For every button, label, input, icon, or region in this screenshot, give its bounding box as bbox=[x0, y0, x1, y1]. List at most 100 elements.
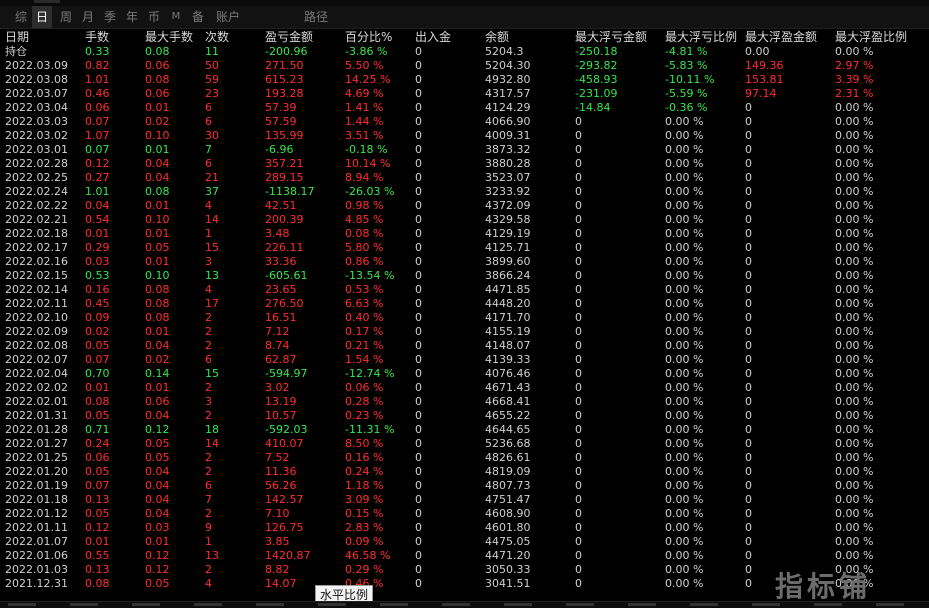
cell-max-floating-profit-pct: 0.00 % bbox=[835, 535, 874, 548]
cell-percent: 0.28 % bbox=[345, 395, 384, 408]
header-balance[interactable]: 余额 bbox=[485, 29, 509, 45]
cell-lots: 0.05 bbox=[85, 339, 110, 352]
cell-max-floating-profit: 0.00 bbox=[745, 45, 770, 58]
header-max-lots[interactable]: 最大手数 bbox=[145, 29, 193, 45]
cell-lots: 0.13 bbox=[85, 493, 110, 506]
table-row[interactable]: 2022.02.21 0.54 0.10 14 200.39 4.85 % 0 4329.58… bbox=[0, 213, 929, 227]
cell-trades: 2 bbox=[205, 507, 212, 520]
table-row[interactable]: 2022.03.03 0.07 0.02 6 57.59 1.44 % 0 4066.90 0 0… bbox=[0, 115, 929, 129]
axis-tick bbox=[442, 603, 470, 606]
cell-trades: 30 bbox=[205, 129, 219, 142]
table-row[interactable]: 2022.02.14 0.16 0.08 4 23.65 0.53 % 0 4471.85 0 0… bbox=[0, 283, 929, 297]
cell-max-drawdown-pct: -4.81 % bbox=[665, 45, 708, 58]
cell-max-floating-profit-pct: 0.00 % bbox=[835, 437, 874, 450]
table-row[interactable]: 2022.03.04 0.06 0.01 6 57.39 1.41 % 0 4124.29 -1… bbox=[0, 101, 929, 115]
table-row[interactable]: 2022.03.07 0.46 0.06 23 193.28 4.69 % 0 4317.57… bbox=[0, 87, 929, 101]
header-deposit[interactable]: 出入金 bbox=[415, 29, 451, 45]
table-row[interactable]: 2022.02.24 1.01 0.08 37 -1138.17 -26.03 % 0 323… bbox=[0, 185, 929, 199]
cell-trades: 17 bbox=[205, 297, 219, 310]
tab-yearly[interactable]: 年 bbox=[121, 6, 143, 28]
tab-monthly[interactable]: 月 bbox=[77, 6, 99, 28]
table-row[interactable]: 2022.01.06 0.55 0.12 13 1420.87 46.58 % 0 4471.… bbox=[0, 549, 929, 563]
table-row[interactable]: 2022.02.01 0.08 0.06 3 13.19 0.28 % 0 4668.41 0 0… bbox=[0, 395, 929, 409]
cell-date: 2022.01.18 bbox=[5, 493, 68, 506]
cell-balance: 4819.09 bbox=[485, 465, 531, 478]
table-row[interactable]: 2022.02.17 0.29 0.05 15 226.11 5.80 % 0 4125.71… bbox=[0, 241, 929, 255]
table-header: 日期 手数 最大手数 次数 盈亏金额 百分比% 出入金 余额 最大浮亏金额 最大… bbox=[0, 29, 929, 45]
header-max-drawdown[interactable]: 最大浮亏金额 bbox=[575, 29, 647, 45]
cell-max-drawdown-pct: -10.11 % bbox=[665, 73, 715, 86]
table-row[interactable]: 2022.03.08 1.01 0.08 59 615.23 14.25 % 0 4932.8… bbox=[0, 73, 929, 87]
cell-lots: 0.09 bbox=[85, 311, 110, 324]
table-row[interactable]: 2022.02.11 0.45 0.08 17 276.50 6.63 % 0 4448.20… bbox=[0, 297, 929, 311]
table-row[interactable]: 2022.02.10 0.09 0.08 2 16.51 0.40 % 0 4171.70 0 0… bbox=[0, 311, 929, 325]
table-row[interactable]: 2022.01.27 0.24 0.05 14 410.07 8.50 % 0 5236.68… bbox=[0, 437, 929, 451]
cell-max-floating-profit: 0 bbox=[745, 171, 752, 184]
table-row[interactable]: 2022.02.02 0.01 0.01 2 3.02 0.06 % 0 4671.43 0 0.… bbox=[0, 381, 929, 395]
cell-max-drawdown: 0 bbox=[575, 577, 582, 590]
cell-percent: 0.29 % bbox=[345, 563, 384, 576]
cell-max-floating-profit: 0 bbox=[745, 423, 752, 436]
table-row[interactable]: 2022.01.11 0.12 0.03 9 126.75 2.83 % 0 4601.80 0… bbox=[0, 521, 929, 535]
header-max-floating-profit[interactable]: 最大浮盈金额 bbox=[745, 29, 817, 45]
cell-max-floating-profit-pct: 0.00 % bbox=[835, 395, 874, 408]
table-row[interactable]: 2022.01.07 0.01 0.01 1 3.85 0.09 % 0 4475.05 0 0.… bbox=[0, 535, 929, 549]
table-row[interactable]: 2022.03.09 0.82 0.06 50 271.50 5.50 % 0 5204.30… bbox=[0, 59, 929, 73]
cell-max-drawdown-pct: 0.00 % bbox=[665, 269, 704, 282]
cell-lots: 0.08 bbox=[85, 395, 110, 408]
tab-account[interactable]: 账户 bbox=[210, 6, 246, 28]
cell-max-drawdown-pct: 0.00 % bbox=[665, 521, 704, 534]
table-row[interactable]: 2022.01.20 0.05 0.04 2 11.36 0.24 % 0 4819.09 0 0… bbox=[0, 465, 929, 479]
table-row[interactable]: 2022.03.02 1.07 0.10 30 135.99 3.51 % 0 4009.31… bbox=[0, 129, 929, 143]
cell-deposit: 0 bbox=[415, 381, 422, 394]
cell-max-floating-profit-pct: 0.00 % bbox=[835, 367, 874, 380]
table-row[interactable]: 持仓 0.33 0.08 11 -200.96 -3.86 % 0 5204.3 -250.18… bbox=[0, 45, 929, 59]
cell-max-drawdown: 0 bbox=[575, 283, 582, 296]
header-max-floating-profit-pct[interactable]: 最大浮盈比例 bbox=[835, 29, 907, 45]
table-row[interactable]: 2022.02.04 0.70 0.14 15 -594.97 -12.74 % 0 4076… bbox=[0, 367, 929, 381]
cell-lots: 0.45 bbox=[85, 297, 110, 310]
table-row[interactable]: 2022.02.15 0.53 0.10 13 -605.61 -13.54 % 0 3866… bbox=[0, 269, 929, 283]
table-row[interactable]: 2022.01.31 0.05 0.04 2 10.57 0.23 % 0 4655.22 0 0… bbox=[0, 409, 929, 423]
table-row[interactable]: 2022.02.08 0.05 0.04 2 8.74 0.21 % 0 4148.07 0 0.… bbox=[0, 339, 929, 353]
table-row[interactable]: 2022.03.01 0.07 0.01 7 -6.96 -0.18 % 0 3873.32 0… bbox=[0, 143, 929, 157]
table-row[interactable]: 2022.02.16 0.03 0.01 3 33.36 0.86 % 0 3899.60 0 0… bbox=[0, 255, 929, 269]
table-row[interactable]: 2022.02.28 0.12 0.04 6 357.21 10.14 % 0 3880.28… bbox=[0, 157, 929, 171]
tab-currency[interactable]: 币 bbox=[143, 6, 165, 28]
tab-quarterly[interactable]: 季 bbox=[99, 6, 121, 28]
table-row[interactable]: 2022.02.25 0.27 0.04 21 289.15 8.94 % 0 3523.07… bbox=[0, 171, 929, 185]
table-row[interactable]: 2022.01.25 0.06 0.05 2 7.52 0.16 % 0 4826.61 0 0.… bbox=[0, 451, 929, 465]
table-row[interactable]: 2022.02.18 0.01 0.01 1 3.48 0.08 % 0 4129.19 0 0.… bbox=[0, 227, 929, 241]
axis-tick bbox=[8, 603, 36, 606]
header-lots[interactable]: 手数 bbox=[85, 29, 109, 45]
table-row[interactable]: 2022.02.22 0.04 0.01 4 42.51 0.98 % 0 4372.09 0 0… bbox=[0, 199, 929, 213]
table-row[interactable]: 2022.01.28 0.71 0.12 18 -592.03 -11.31 % 0 4644… bbox=[0, 423, 929, 437]
cell-deposit: 0 bbox=[415, 507, 422, 520]
table-row[interactable]: 2022.02.07 0.07 0.02 6 62.87 1.54 % 0 4139.33 0 0… bbox=[0, 353, 929, 367]
cell-deposit: 0 bbox=[415, 101, 422, 114]
cell-percent: 5.50 % bbox=[345, 59, 384, 72]
tab-path[interactable]: 路径 bbox=[298, 6, 334, 28]
table-row[interactable]: 2022.01.19 0.07 0.04 6 56.26 1.18 % 0 4807.73 0 0… bbox=[0, 479, 929, 493]
header-max-drawdown-pct[interactable]: 最大浮亏比例 bbox=[665, 29, 737, 45]
tab-weekly[interactable]: 周 bbox=[55, 6, 77, 28]
tab-m[interactable]: M bbox=[165, 6, 187, 28]
header-profit[interactable]: 盈亏金额 bbox=[265, 29, 313, 45]
axis-tick bbox=[132, 603, 160, 606]
cell-max-floating-profit-pct: 0.00 % bbox=[835, 129, 874, 142]
table-row[interactable]: 2022.02.09 0.02 0.01 2 7.12 0.17 % 0 4155.19 0 0.… bbox=[0, 325, 929, 339]
header-trades[interactable]: 次数 bbox=[205, 29, 229, 45]
tab-notes[interactable]: 备 bbox=[187, 6, 209, 28]
cell-date: 2022.01.07 bbox=[5, 535, 68, 548]
cell-trades: 7 bbox=[205, 493, 212, 506]
table-row[interactable]: 2022.01.12 0.05 0.04 2 7.10 0.15 % 0 4608.90 0 0.… bbox=[0, 507, 929, 521]
cell-max-lots: 0.01 bbox=[145, 227, 170, 240]
cell-balance: 4671.43 bbox=[485, 381, 531, 394]
header-percent[interactable]: 百分比% bbox=[345, 29, 392, 45]
tab-daily[interactable]: 日 bbox=[32, 6, 52, 28]
cell-profit: 1420.87 bbox=[265, 549, 311, 562]
cell-max-floating-profit: 0 bbox=[745, 199, 752, 212]
table-row[interactable]: 2022.01.18 0.13 0.04 7 142.57 3.09 % 0 4751.47 0… bbox=[0, 493, 929, 507]
header-date[interactable]: 日期 bbox=[5, 29, 29, 45]
tab-summary[interactable]: 综 bbox=[10, 6, 32, 28]
